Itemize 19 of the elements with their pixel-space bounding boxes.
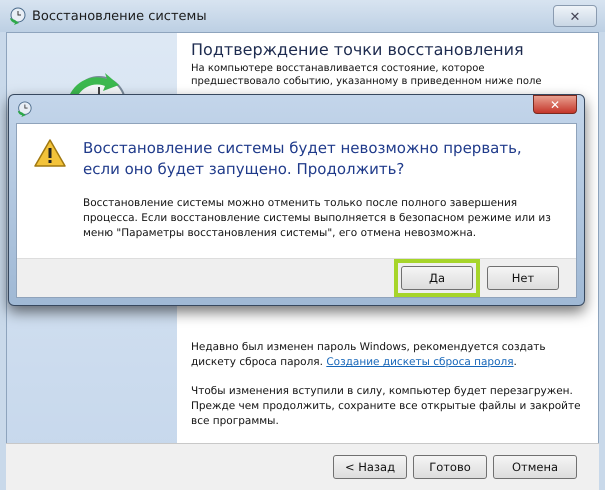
dialog-button[interactable]: Да xyxy=(401,266,473,290)
wizard-button[interactable]: < Назад xyxy=(333,455,407,479)
password-note: Недавно был изменен пароль Windows, рекомендуется создать дискету сброса пароля. Создание дискеты сброса пароля. xyxy=(191,340,547,370)
close-button[interactable]: ✕ xyxy=(553,5,597,27)
create-reset-disk-link[interactable]: Создание дискеты сброса пароля xyxy=(326,356,514,368)
page-heading: Подтверждение точки восстановления xyxy=(191,40,525,59)
window-title: Восстановление системы xyxy=(32,8,207,24)
warning-icon xyxy=(33,138,67,168)
intro-text: На компьютере восстанавливается состояние, которое xyxy=(191,62,486,75)
dialog-button[interactable]: Нет xyxy=(487,266,559,290)
intro-text: предшествовало событию, указанному в приведенном ниже поле xyxy=(191,75,543,88)
dialog-heading: Восстановление системы будет невозможно прервать, если оно будет запущено. Продолжить? xyxy=(83,138,523,180)
wizard-button[interactable]: Готово xyxy=(413,455,487,479)
system-restore-icon xyxy=(16,101,32,117)
restart-note: Чтобы изменения вступили в силу, компьютер будет перезагружен. Прежде чем продолжить, сохраните все открытые файлы и закройте все программы. xyxy=(191,384,582,429)
system-restore-icon xyxy=(8,7,26,25)
dialog-message: Восстановление системы можно отменить только после полного завершения процесса. Если восстановление системы выполняется в безопасном режиме или из меню "Параметры восстановления системы", его отмена невозможна. xyxy=(83,196,552,241)
wizard-button[interactable]: Отмена xyxy=(493,455,577,479)
close-button[interactable]: ✕ xyxy=(533,95,577,114)
